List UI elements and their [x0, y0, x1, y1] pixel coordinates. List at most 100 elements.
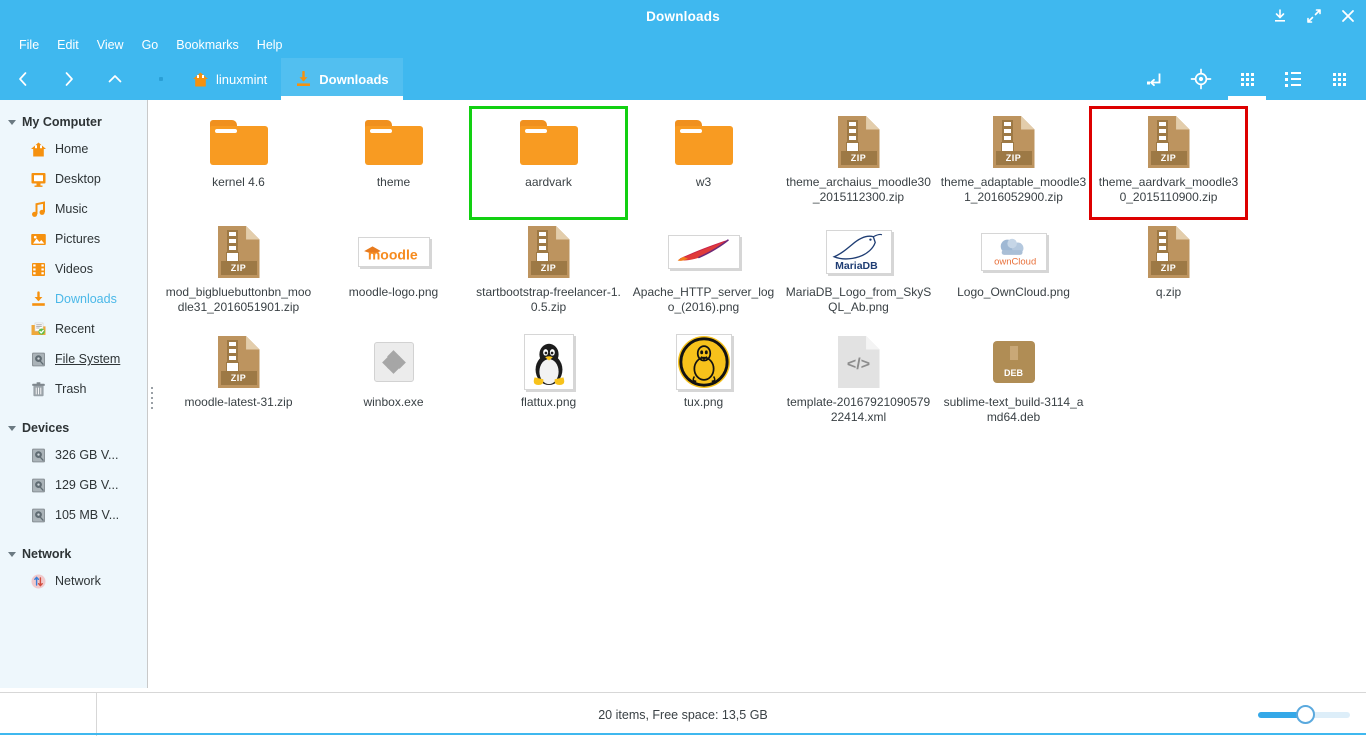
file-thumbnail [630, 114, 777, 170]
file-label: sublime-text_build-3114_amd64.deb [943, 395, 1084, 424]
sidebar-item-volume-105mb[interactable]: 105 MB V... [0, 500, 147, 530]
moodle-wordmark-icon: moodle [363, 246, 417, 262]
sidebar-item-volume-129gb[interactable]: 129 GB V... [0, 470, 147, 500]
toolbar-icons [1132, 58, 1362, 100]
file-item-zip[interactable]: ZIP mod_bigbluebuttonbn_moodle31_2016051… [161, 218, 316, 328]
drive-icon [32, 508, 45, 522]
zip-badge-label: ZIP [530, 261, 567, 275]
svg-text:MariaDB: MariaDB [835, 260, 878, 272]
chevron-down-icon [8, 551, 16, 557]
file-label: theme_archaius_moodle30_2015112300.zip [786, 175, 931, 204]
sidebar-item-file-system[interactable]: File System [0, 344, 147, 374]
file-item-folder-aardvark-highlighted[interactable]: aardvark [469, 106, 628, 220]
search-button[interactable] [1178, 58, 1224, 100]
file-item-folder[interactable]: theme [316, 108, 471, 218]
sidebar-item-network[interactable]: Network [0, 566, 147, 596]
tux-badge-icon [677, 335, 730, 389]
file-view[interactable]: kernel 4.6 theme aardvark w3 ZIP theme_a… [149, 100, 1366, 688]
drive-icon [32, 448, 45, 462]
owncloud-thumbnail: ownCloud [980, 233, 1047, 271]
zip-icon: ZIP [527, 226, 570, 278]
sidebar-item-downloads[interactable]: Downloads [0, 284, 147, 314]
compact-view-button[interactable] [1316, 58, 1362, 100]
sidebar-item-pictures[interactable]: Pictures [0, 224, 147, 254]
sidebar-group-label: My Computer [22, 115, 102, 129]
window-title: Downloads [646, 8, 720, 24]
zoom-slider[interactable] [1258, 693, 1350, 736]
chevron-down-icon [8, 119, 16, 125]
file-label: Apache_HTTP_server_logo_(2016).png [632, 285, 775, 314]
file-thumbnail [630, 334, 777, 390]
sidebar-group-my-computer[interactable]: My Computer [0, 110, 147, 134]
file-item-zip[interactable]: ZIP q.zip [1091, 218, 1246, 328]
breadcrumb-item-downloads[interactable]: Downloads [281, 58, 403, 100]
file-item-zip[interactable]: ZIP startbootstrap-freelancer-1.0.5.zip [471, 218, 626, 328]
sidebar-group-network[interactable]: Network [0, 542, 147, 566]
zoom-slider-knob[interactable] [1296, 704, 1315, 724]
file-label: Logo_OwnCloud.png [957, 285, 1070, 299]
sidebar-item-label: Downloads [55, 292, 117, 306]
sidebar-item-home[interactable]: Home [0, 134, 147, 164]
list-view-button[interactable] [1270, 58, 1316, 100]
up-button[interactable] [92, 58, 138, 100]
svg-text:ownCloud: ownCloud [994, 256, 1036, 267]
menu-edit[interactable]: Edit [48, 36, 88, 54]
file-item-image-owncloud-logo[interactable]: ownCloud Logo_OwnCloud.png [936, 218, 1091, 328]
videos-icon [32, 262, 45, 276]
sidebar-item-label: Music [55, 202, 88, 216]
sidebar-item-trash[interactable]: Trash [0, 374, 147, 404]
xml-icon: </> [837, 336, 880, 388]
zoom-slider-track[interactable] [1258, 704, 1350, 724]
file-grid: kernel 4.6 theme aardvark w3 ZIP theme_a… [149, 100, 1366, 438]
maximize-button[interactable] [1306, 8, 1322, 24]
file-item-image-moodle-logo[interactable]: moodle moodle-logo.png [316, 218, 471, 328]
sidebar-item-recent[interactable]: Recent [0, 314, 147, 344]
file-item-zip[interactable]: ZIP moodle-latest-31.zip [161, 328, 316, 438]
sidebar-group-devices[interactable]: Devices [0, 416, 147, 440]
file-item-zip[interactable]: ZIP theme_archaius_moodle30_2015112300.z… [781, 108, 936, 218]
sidebar-item-videos[interactable]: Videos [0, 254, 147, 284]
file-item-image-apache-logo[interactable]: Apache_HTTP_server_logo_(2016).png [626, 218, 781, 328]
file-item-deb[interactable]: DEB sublime-text_build-3114_amd64.deb [936, 328, 1091, 438]
zip-icon: ZIP [1147, 226, 1190, 278]
sidebar-item-music[interactable]: Music [0, 194, 147, 224]
sidebar-item-desktop[interactable]: Desktop [0, 164, 147, 194]
menu-help[interactable]: Help [248, 36, 292, 54]
breadcrumb-item-linuxmint[interactable]: linuxmint [178, 58, 281, 100]
drive-icon [32, 352, 45, 366]
file-item-image-mariadb-logo[interactable]: MariaDB MariaDB_Logo_from_SkySQL_Ab.png [781, 218, 936, 328]
mariadb-seal-icon: MariaDB [831, 233, 882, 272]
moodle-logo-thumbnail: moodle [357, 237, 430, 267]
menu-bookmarks[interactable]: Bookmarks [167, 36, 248, 54]
file-item-zip[interactable]: ZIP theme_adaptable_moodle31_2016052900.… [936, 108, 1091, 218]
menu-file[interactable]: File [10, 36, 48, 54]
sidebar-item-volume-326gb[interactable]: 326 GB V... [0, 440, 147, 470]
xml-code-glyph: </> [846, 356, 871, 373]
file-thumbnail [630, 224, 777, 280]
back-button[interactable] [0, 58, 46, 100]
content-area: My Computer Home Desktop Music Pictures … [0, 100, 1366, 688]
forward-button[interactable] [46, 58, 92, 100]
sidebar-item-label: Videos [55, 262, 93, 276]
toggle-location-entry-button[interactable] [1132, 58, 1178, 100]
close-button[interactable] [1340, 8, 1356, 24]
file-item-xml[interactable]: </> template-2016792109057922414.xml [781, 328, 936, 438]
file-item-folder[interactable]: kernel 4.6 [161, 108, 316, 218]
file-item-exe[interactable]: winbox.exe [316, 328, 471, 438]
tux-penguin-icon [533, 343, 564, 386]
icon-view-button[interactable] [1224, 58, 1270, 100]
minimize-button[interactable] [1272, 8, 1288, 24]
file-item-image-flattux[interactable]: flattux.png [471, 328, 626, 438]
menu-view[interactable]: View [88, 36, 133, 54]
menu-go[interactable]: Go [133, 36, 168, 54]
file-thumbnail [475, 334, 622, 390]
toolbar: linuxmint Downloads [0, 58, 1366, 100]
sidebar-item-label: 105 MB V... [55, 508, 120, 522]
file-item-zip-theme-aardvark-highlighted[interactable]: ZIP theme_aardvark_moodle30_2015110900.z… [1089, 106, 1248, 220]
file-item-folder[interactable]: w3 [626, 108, 781, 218]
file-item-image-tux[interactable]: tux.png [626, 328, 781, 438]
chevron-down-icon [8, 425, 16, 431]
music-note-icon [32, 200, 45, 217]
sidebar-splitter-handle[interactable] [149, 380, 155, 416]
recent-icon [31, 322, 46, 335]
